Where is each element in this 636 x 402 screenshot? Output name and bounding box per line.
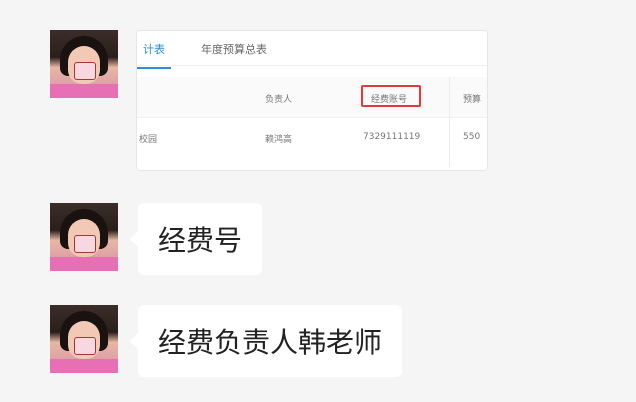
screenshot-tab-annual-budget: 年度预算总表 xyxy=(201,43,267,56)
message-text: 经费负责人韩老师 xyxy=(50,305,403,377)
shared-screenshot[interactable]: 计表 年度预算总表 负责人 经费账号 预算 校园 赖鸿高 7329111119 … xyxy=(136,30,488,171)
screenshot-col-budget: 预算 xyxy=(463,95,482,105)
screenshot-col-owner: 负责人 xyxy=(265,95,293,105)
screenshot-cell-budget: 550 xyxy=(463,132,481,142)
screenshot-tabs: 计表 年度预算总表 xyxy=(137,31,487,69)
message-image: 计表 年度预算总表 负责人 经费账号 预算 校园 赖鸿高 7329111119 … xyxy=(50,30,488,171)
screenshot-cell-owner: 赖鸿高 xyxy=(265,135,293,145)
screenshot-cell-account: 7329111119 xyxy=(363,132,421,142)
screenshot-red-highlight xyxy=(361,85,421,107)
avatar[interactable] xyxy=(50,305,118,373)
avatar[interactable] xyxy=(50,30,118,98)
screenshot-cell-school: 校园 xyxy=(139,135,158,145)
screenshot-tab-active: 计表 xyxy=(137,43,171,69)
message-bubble[interactable]: 经费负责人韩老师 xyxy=(129,305,403,377)
screenshot-table-header xyxy=(137,77,487,118)
chat-area: 计表 年度预算总表 负责人 经费账号 预算 校园 赖鸿高 7329111119 … xyxy=(0,0,636,402)
message-bubble[interactable]: 经费号 xyxy=(129,203,263,275)
message-text: 经费号 xyxy=(50,203,263,275)
avatar[interactable] xyxy=(50,203,118,271)
